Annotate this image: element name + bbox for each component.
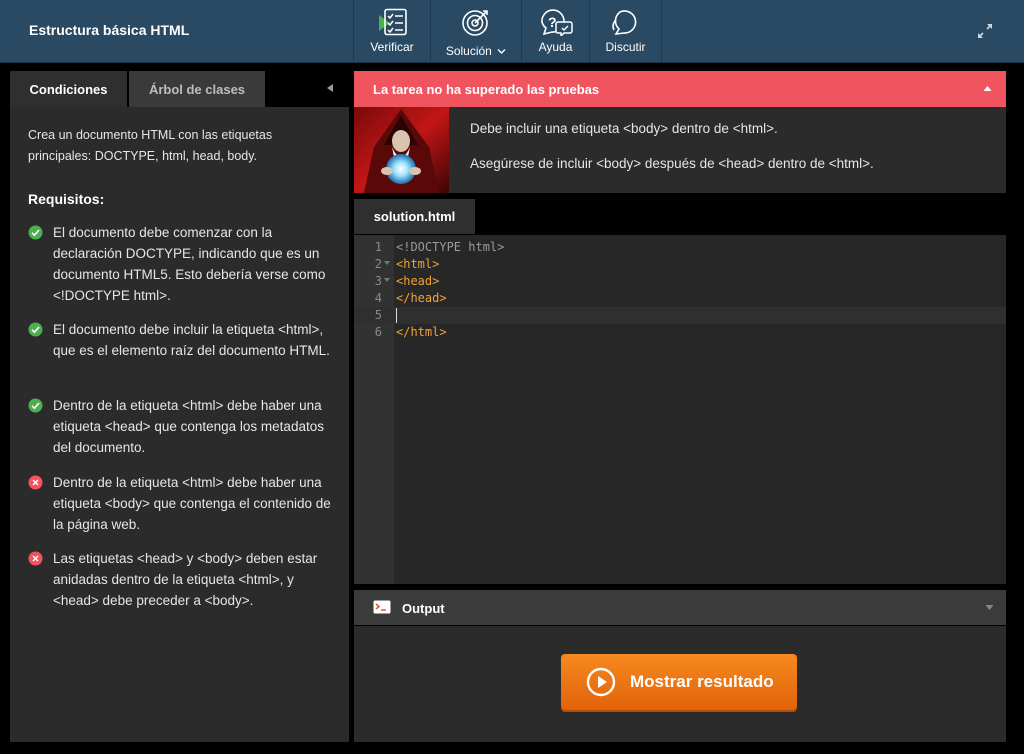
requirement-text: El documento debe incluir la etiqueta <h… bbox=[53, 322, 330, 358]
output-header[interactable]: Output bbox=[354, 590, 1006, 625]
chevron-down-icon[interactable] bbox=[985, 604, 994, 611]
code-text: <!DOCTYPE html> bbox=[396, 240, 505, 254]
code-text: </head> bbox=[396, 291, 447, 305]
terminal-icon bbox=[373, 600, 391, 614]
target-icon bbox=[462, 10, 488, 36]
check-circle-icon bbox=[28, 398, 43, 413]
verify-button[interactable]: Verificar bbox=[353, 0, 430, 62]
check-circle-icon bbox=[28, 322, 43, 337]
code-line[interactable]: 6 </html> bbox=[354, 324, 1006, 341]
fold-arrow-icon[interactable] bbox=[384, 278, 390, 282]
expand-arrows-icon[interactable] bbox=[976, 22, 994, 40]
question-chat-icon: ? bbox=[540, 9, 573, 36]
test-failure-banner[interactable]: La tarea no ha superado las pruebas bbox=[354, 71, 1006, 107]
tab-class-tree[interactable]: Árbol de clases bbox=[129, 71, 265, 107]
help-button[interactable]: ? Ayuda bbox=[521, 0, 589, 62]
requirement-text: Las etiquetas <head> y <body> deben esta… bbox=[53, 551, 318, 608]
solution-label: Solución bbox=[446, 40, 506, 58]
verify-label: Verificar bbox=[370, 40, 414, 54]
code-text: <html> bbox=[396, 257, 440, 271]
failure-message: Asegúrese de incluir <body> después de <… bbox=[470, 156, 874, 171]
requirements-title: Requisitos: bbox=[28, 191, 105, 207]
failure-message: Debe incluir una etiqueta <body> dentro … bbox=[470, 121, 778, 136]
play-circle-icon bbox=[586, 667, 616, 697]
wizard-avatar bbox=[354, 107, 449, 193]
top-bar: Estructura básica HTML Verificar Solució… bbox=[0, 0, 1024, 63]
code-line[interactable]: 1 <!DOCTYPE html> bbox=[354, 239, 1006, 256]
chevron-down-icon bbox=[497, 49, 506, 54]
page-title: Estructura básica HTML bbox=[29, 22, 190, 38]
discuss-button[interactable]: Discutir bbox=[589, 0, 662, 62]
fold-arrow-icon[interactable] bbox=[384, 261, 390, 265]
code-line[interactable]: 5 bbox=[354, 307, 1006, 324]
text-cursor bbox=[396, 308, 397, 323]
requirement-text: El documento debe comenzar con la declar… bbox=[53, 225, 326, 303]
check-circle-icon bbox=[28, 225, 43, 240]
conditions-panel: Crea un documento HTML con las etiquetas… bbox=[10, 107, 349, 742]
failure-details: Debe incluir una etiqueta <body> dentro … bbox=[354, 107, 1006, 193]
tab-conditions[interactable]: Condiciones bbox=[10, 71, 127, 107]
checklist-play-icon bbox=[379, 8, 407, 36]
line-number: 6 bbox=[374, 325, 382, 339]
line-number: 1 bbox=[374, 240, 382, 254]
discuss-label: Discutir bbox=[605, 40, 646, 54]
x-circle-icon bbox=[28, 475, 43, 490]
code-text: </html> bbox=[396, 325, 447, 339]
line-number: 4 bbox=[374, 291, 382, 305]
help-label: Ayuda bbox=[538, 40, 573, 54]
code-line[interactable]: 3 <head> bbox=[354, 273, 1006, 290]
tab-solution-file[interactable]: solution.html bbox=[354, 199, 475, 234]
code-text: <head> bbox=[396, 274, 440, 288]
x-circle-icon bbox=[28, 551, 43, 566]
toolbar: Verificar Solución ? Ayuda Discutir bbox=[353, 0, 662, 62]
output-panel: Mostrar resultado bbox=[354, 626, 1006, 742]
line-number: 3 bbox=[374, 274, 382, 288]
show-result-button[interactable]: Mostrar resultado bbox=[561, 654, 797, 710]
code-editor[interactable]: 1 <!DOCTYPE html> 2 <html> 3 <head> 4 </head> 5 6… bbox=[354, 235, 1006, 584]
solution-label-text: Solución bbox=[445, 44, 492, 58]
output-title: Output bbox=[402, 601, 445, 616]
failure-title: La tarea no ha superado las pruebas bbox=[373, 82, 600, 97]
code-line[interactable]: 4 </head> bbox=[354, 290, 1006, 307]
left-tabs: Condiciones Árbol de clases bbox=[10, 71, 265, 107]
requirement-text: Dentro de la etiqueta <html> debe haber … bbox=[53, 475, 331, 532]
line-number: 2 bbox=[374, 257, 382, 271]
chat-bubble-icon bbox=[611, 10, 636, 35]
requirement-text: Dentro de la etiqueta <html> debe haber … bbox=[53, 398, 324, 455]
show-result-label: Mostrar resultado bbox=[630, 672, 774, 691]
collapse-left-icon[interactable] bbox=[326, 83, 334, 93]
task-description: Crea un documento HTML con las etiquetas… bbox=[28, 128, 273, 163]
line-number: 5 bbox=[374, 308, 382, 322]
solution-button[interactable]: Solución bbox=[430, 0, 521, 62]
code-line[interactable]: 2 <html> bbox=[354, 256, 1006, 273]
chevron-up-icon[interactable] bbox=[983, 85, 992, 92]
